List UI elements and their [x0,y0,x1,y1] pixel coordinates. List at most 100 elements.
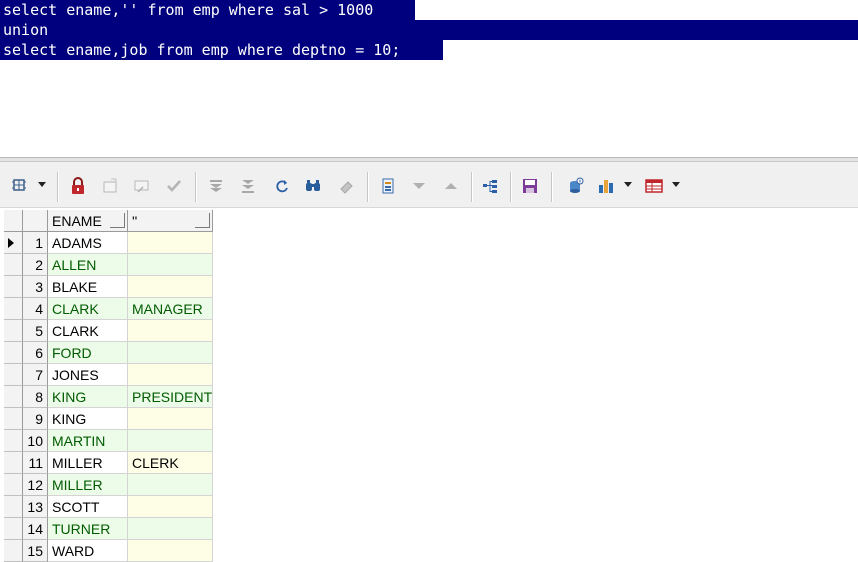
cell-col2[interactable] [128,232,213,254]
result-grid[interactable]: ENAME '' 1 ADAMS 2 ALLEN 3 BLAKE 4 CLARK MANAGER… [4,210,213,562]
grid-options-dropdown-arrow[interactable] [38,182,46,187]
table-view-icon[interactable] [643,175,665,197]
toolbar-separator [195,172,196,202]
fetch-last-page-icon[interactable] [237,175,259,197]
sql-line-3[interactable]: select ename,job from emp where deptno =… [0,40,443,60]
cell-ename[interactable]: MARTIN [48,430,128,452]
row-number: 2 [23,254,48,276]
toolbar-separator [367,172,368,202]
sort-indicator-icon [195,213,210,228]
sort-indicator-icon [110,213,125,228]
cell-col2[interactable] [128,276,213,298]
row-indicator[interactable] [4,342,23,364]
cell-col2[interactable] [128,496,213,518]
row-indicator[interactable] [4,452,23,474]
table-row[interactable]: 15 WARD [4,540,213,562]
row-indicator[interactable] [4,408,23,430]
row-indicator[interactable] [4,364,23,386]
sql-editor[interactable]: select ename,'' from emp where sal > 100… [0,0,858,157]
row-indicator[interactable] [4,496,23,518]
cell-col2[interactable] [128,518,213,540]
table-row[interactable]: 7 JONES [4,364,213,386]
cell-ename[interactable]: ADAMS [48,232,128,254]
cell-ename[interactable]: TURNER [48,518,128,540]
cell-col2[interactable]: PRESIDENT [128,386,213,408]
row-indicator[interactable] [4,474,23,496]
table-view-dropdown-arrow[interactable] [672,182,680,187]
table-row[interactable]: 5 CLARK [4,320,213,342]
sql-line-1[interactable]: select ename,'' from emp where sal > 100… [0,0,415,20]
table-row[interactable]: 4 CLARK MANAGER [4,298,213,320]
delete-record-icon[interactable] [131,175,153,197]
cell-col2[interactable] [128,364,213,386]
record-view-icon[interactable] [377,175,399,197]
row-indicator[interactable] [4,518,23,540]
cell-col2[interactable] [128,408,213,430]
cell-ename[interactable]: KING [48,386,128,408]
fetch-next-page-icon[interactable] [205,175,227,197]
table-row[interactable]: 11 MILLER CLERK [4,452,213,474]
lock-icon[interactable] [67,175,89,197]
cell-ename[interactable]: JONES [48,364,128,386]
row-number: 8 [23,386,48,408]
row-indicator[interactable] [4,254,23,276]
cell-col2[interactable] [128,540,213,562]
table-row[interactable]: 13 SCOTT [4,496,213,518]
row-indicator[interactable] [4,540,23,562]
cell-col2[interactable] [128,474,213,496]
table-row[interactable]: 6 FORD [4,342,213,364]
table-row[interactable]: 10 MARTIN [4,430,213,452]
table-row[interactable]: 9 KING [4,408,213,430]
cell-ename[interactable]: MILLER [48,474,128,496]
cell-ename[interactable]: ALLEN [48,254,128,276]
table-row[interactable]: 8 KING PRESIDENT [4,386,213,408]
cell-col2[interactable] [128,320,213,342]
cell-col2[interactable] [128,430,213,452]
grid-options-icon[interactable] [9,175,31,197]
next-record-icon[interactable] [408,175,430,197]
chart-dropdown-arrow[interactable] [624,182,632,187]
column-header-ename[interactable]: ENAME [48,210,128,232]
row-indicator[interactable] [4,386,23,408]
cell-ename[interactable]: KING [48,408,128,430]
table-row[interactable]: 2 ALLEN [4,254,213,276]
previous-record-icon[interactable] [440,175,462,197]
table-row[interactable]: 12 MILLER [4,474,213,496]
cell-ename[interactable]: MILLER [48,452,128,474]
table-row[interactable]: 14 TURNER [4,518,213,540]
cell-ename[interactable]: WARD [48,540,128,562]
chart-icon[interactable] [595,175,617,197]
cell-col2[interactable] [128,254,213,276]
row-number: 12 [23,474,48,496]
save-icon[interactable] [519,175,541,197]
query-by-example-icon[interactable] [479,175,501,197]
table-row[interactable]: 3 BLAKE [4,276,213,298]
row-number: 11 [23,452,48,474]
row-indicator[interactable] [4,232,23,254]
find-icon[interactable] [302,175,324,197]
cell-ename[interactable]: CLARK [48,298,128,320]
sql-line-2[interactable]: union [0,20,858,40]
row-indicator[interactable] [4,276,23,298]
cell-ename[interactable]: CLARK [48,320,128,342]
grid-corner[interactable] [4,210,23,232]
cell-ename[interactable]: BLAKE [48,276,128,298]
cell-col2[interactable]: MANAGER [128,298,213,320]
cell-col2[interactable]: CLERK [128,452,213,474]
add-record-icon[interactable] [99,175,121,197]
post-changes-icon[interactable] [163,175,185,197]
clear-icon[interactable] [336,175,358,197]
row-indicator[interactable] [4,430,23,452]
table-row[interactable]: 1 ADAMS [4,232,213,254]
row-number: 10 [23,430,48,452]
row-indicator[interactable] [4,298,23,320]
column-header-empty-string[interactable]: '' [128,210,213,232]
row-number: 3 [23,276,48,298]
current-row-arrow-icon [8,238,14,248]
cell-ename[interactable]: SCOTT [48,496,128,518]
cell-ename[interactable]: FORD [48,342,128,364]
cell-col2[interactable] [128,342,213,364]
refresh-query-icon[interactable] [271,175,293,197]
export-data-icon[interactable] [565,175,587,197]
row-indicator[interactable] [4,320,23,342]
